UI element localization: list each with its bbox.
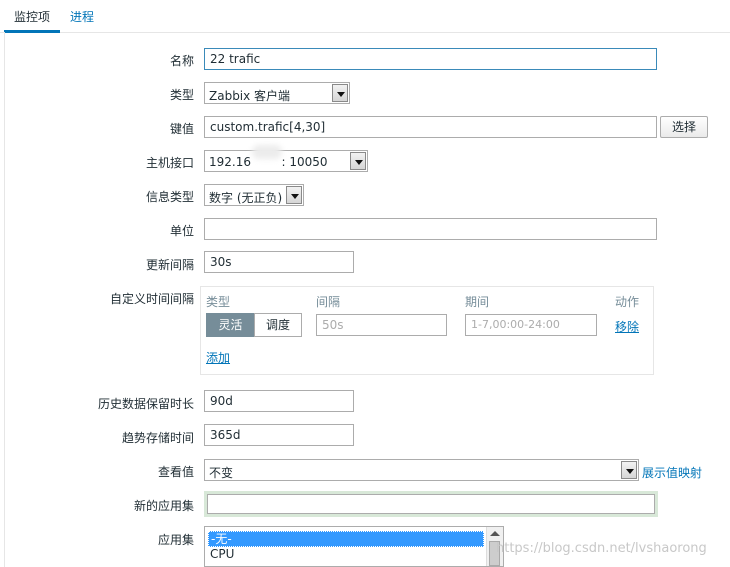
chevron-down-icon[interactable]	[286, 186, 302, 204]
col-header-action: 动作	[615, 295, 640, 309]
chevron-down-icon[interactable]	[350, 152, 366, 170]
interval-input[interactable]: 50s	[316, 314, 447, 336]
info-type-label: 信息类型	[145, 190, 194, 204]
custom-intervals-label: 自定义时间间隔	[109, 292, 194, 306]
name-label: 名称	[169, 54, 194, 68]
applications-label: 应用集	[157, 533, 194, 547]
chevron-down-icon[interactable]	[621, 461, 637, 479]
trends-label: 趋势存储时间	[121, 431, 194, 445]
show-value-select-value: 不变	[209, 466, 234, 480]
redaction-blur	[252, 145, 282, 159]
col-header-period: 期间	[465, 295, 490, 309]
info-type-select-value: 数字 (无正负)	[209, 191, 283, 205]
history-input[interactable]: 90d	[204, 390, 354, 412]
show-value-select[interactable]: 不变	[204, 459, 639, 481]
show-value-label: 查看值	[157, 465, 194, 479]
name-input[interactable]: 22 trafic	[204, 48, 657, 70]
col-header-type: 类型	[206, 295, 231, 309]
col-header-interval: 间隔	[316, 295, 341, 309]
list-item[interactable]: CPU	[208, 547, 482, 561]
chevron-down-icon[interactable]	[332, 84, 348, 102]
period-input[interactable]: 1-7,00:00-24:00	[465, 314, 597, 336]
update-interval-input[interactable]: 30s	[204, 251, 354, 273]
select-key-button[interactable]: 选择	[660, 116, 708, 138]
tab-processes[interactable]: 进程	[70, 8, 94, 25]
tab-bar: 监控项 进程	[0, 0, 730, 33]
add-link[interactable]: 添加	[206, 349, 230, 366]
trends-input[interactable]: 365d	[204, 424, 354, 446]
type-select[interactable]: Zabbix 客户端	[204, 82, 350, 104]
remove-link[interactable]: 移除	[615, 318, 639, 335]
applications-listbox[interactable]: -无- CPU	[204, 526, 504, 567]
custom-intervals-panel: 类型 间隔 期间 动作 灵活 调度 50s 1-7,00:00-24:00 移除…	[200, 286, 654, 375]
history-label: 历史数据保留时长	[97, 397, 194, 411]
info-type-select[interactable]: 数字 (无正负)	[204, 184, 304, 206]
show-value-mappings-link[interactable]: 展示值映射	[642, 464, 702, 481]
new-application-label: 新的应用集	[133, 499, 194, 513]
scheduling-toggle[interactable]: 调度	[254, 313, 302, 337]
key-label: 键值	[169, 122, 194, 136]
list-item[interactable]: -无-	[208, 531, 484, 547]
units-input[interactable]	[204, 218, 657, 240]
scroll-up-icon[interactable]	[490, 531, 500, 536]
watermark: https://blog.csdn.net/lvshaorong	[496, 541, 707, 556]
type-select-value: Zabbix 客户端	[209, 89, 291, 103]
update-interval-label: 更新间隔	[145, 258, 194, 272]
new-application-input[interactable]	[204, 491, 658, 517]
interface-label: 主机接口	[145, 156, 194, 170]
interface-select[interactable]: 192.16 : 10050	[204, 150, 368, 172]
key-input[interactable]: custom.trafic[4,30]	[204, 116, 657, 138]
tab-item[interactable]: 监控项	[3, 8, 61, 33]
units-label: 单位	[169, 224, 194, 238]
flexible-toggle[interactable]: 灵活	[206, 313, 255, 337]
type-label: 类型	[169, 88, 194, 102]
